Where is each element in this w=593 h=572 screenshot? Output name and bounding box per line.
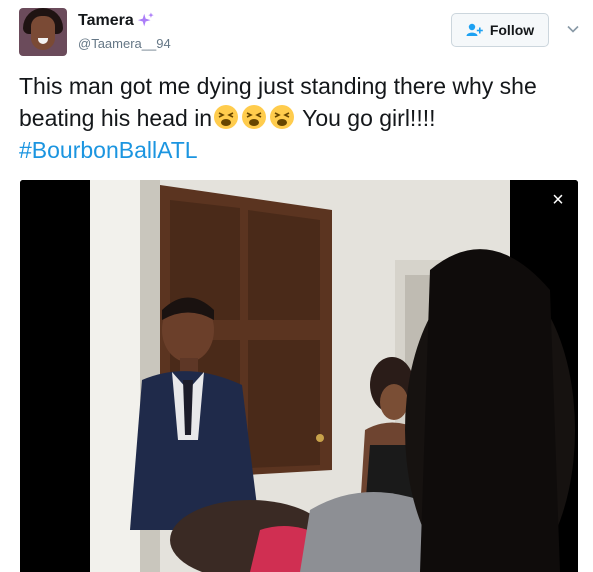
video-frame [20, 180, 578, 572]
display-name[interactable]: Tamera [78, 12, 134, 30]
weary-face-icon [270, 105, 295, 129]
tweet-tail-text: You go girl!!!! [296, 105, 436, 131]
add-user-icon [466, 23, 483, 36]
follow-button-label: Follow [489, 22, 535, 38]
video-player[interactable] [20, 180, 578, 572]
tweet-text: This man got me dying just standing ther… [19, 70, 579, 166]
weary-face-icon [242, 105, 267, 129]
user-name-row[interactable]: Tamera [78, 12, 155, 30]
follow-button[interactable]: Follow [451, 13, 549, 47]
weary-face-icon [214, 105, 239, 129]
user-handle[interactable]: @Taamera__94 [78, 36, 171, 51]
user-avatar[interactable] [19, 8, 67, 56]
chevron-down-icon[interactable] [566, 22, 580, 36]
hashtag-link[interactable]: #BourbonBallATL [19, 137, 198, 163]
sparkle-icon [137, 12, 154, 27]
close-icon[interactable]: × [544, 188, 572, 212]
